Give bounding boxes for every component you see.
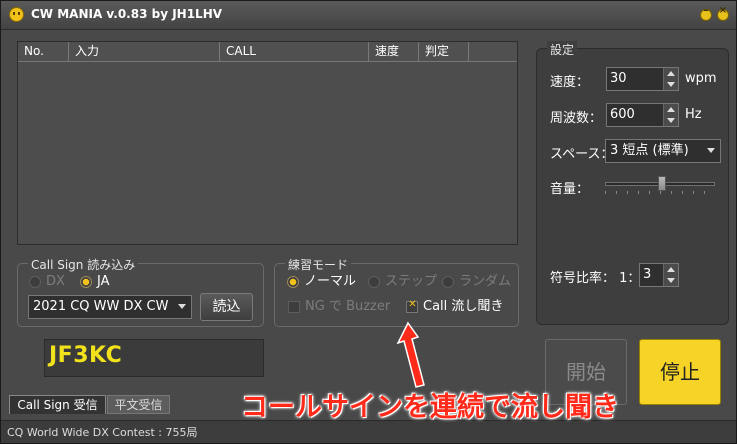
- results-list[interactable]: No. 入力 CALL 速度 判定: [17, 41, 518, 245]
- radio-normal-label: ノーマル: [304, 274, 357, 289]
- column-judge[interactable]: 判定: [419, 42, 469, 61]
- frequency-unit: Hz: [685, 107, 702, 122]
- radio-step-dot: [368, 276, 380, 288]
- radio-ja[interactable]: JA: [80, 274, 125, 290]
- callsign-display: JF3KC: [44, 339, 264, 377]
- annotation-text: コールサインを連続で流し聞き: [241, 392, 619, 423]
- spinner-arrows-icon[interactable]: [663, 104, 678, 126]
- radio-random-label: ランダム: [459, 274, 512, 289]
- load-button[interactable]: 読込: [200, 293, 253, 321]
- smiley-icon: [9, 7, 24, 22]
- ng-buzzer-box: [288, 301, 300, 313]
- frequency-value: 600: [610, 107, 635, 122]
- ratio-value: 3: [643, 267, 652, 282]
- radio-random[interactable]: ランダム: [442, 274, 511, 290]
- call-stream-checkbox[interactable]: Call 流し聞き: [406, 299, 506, 315]
- space-select[interactable]: 3 短点 (標準): [605, 139, 721, 163]
- column-input[interactable]: 入力: [69, 42, 220, 61]
- column-speed[interactable]: 速度: [369, 42, 419, 61]
- minimize-button[interactable]: –: [700, 5, 712, 21]
- radio-dx-dot: [29, 276, 41, 288]
- radio-dx[interactable]: DX: [29, 274, 74, 290]
- minimize-icon: –: [703, 5, 709, 16]
- radio-dx-label: DX: [46, 274, 65, 289]
- close-button[interactable]: ×: [717, 5, 729, 21]
- column-call[interactable]: CALL: [220, 42, 369, 61]
- list-header: No. 入力 CALL 速度 判定: [18, 42, 517, 62]
- spinner-arrows-icon[interactable]: [663, 264, 678, 286]
- volume-label: 音量：: [550, 182, 590, 197]
- speed-spinner[interactable]: 30: [606, 67, 679, 91]
- ratio-spinner[interactable]: 3: [639, 263, 679, 287]
- space-label: スペース：: [550, 147, 614, 162]
- ng-buzzer-checkbox[interactable]: NG で Buzzer: [288, 299, 393, 315]
- title-bar: CW MANIA v.0.83 by JH1LHV – ×: [1, 1, 736, 30]
- status-text: CQ World Wide DX Contest : 755局: [7, 426, 198, 439]
- close-icon: ×: [718, 5, 728, 16]
- radio-random-dot: [442, 276, 454, 288]
- radio-ja-label: JA: [97, 274, 110, 289]
- radio-normal-dot: [287, 276, 299, 288]
- ng-buzzer-label: NG で Buzzer: [305, 299, 391, 314]
- speed-label: 速度：: [550, 75, 590, 90]
- window-title: CW MANIA v.0.83 by JH1LHV: [31, 7, 223, 21]
- ratio-label: 符号比率： 1：: [550, 271, 641, 286]
- frequency-spinner[interactable]: 600: [606, 103, 679, 127]
- annotation-arrow-icon: [396, 321, 425, 388]
- frequency-label: 周波数：: [550, 111, 603, 126]
- practice-mode-title: 練習モード: [285, 256, 352, 273]
- volume-slider-thumb[interactable]: [658, 176, 667, 191]
- stop-button[interactable]: 停止: [639, 339, 721, 405]
- chevron-down-icon: [707, 148, 715, 153]
- call-stream-label: Call 流し聞き: [423, 299, 504, 314]
- tab-callsign-rx[interactable]: Call Sign 受信: [9, 395, 106, 414]
- spinner-arrows-icon[interactable]: [663, 68, 678, 90]
- speed-unit: wpm: [685, 71, 717, 86]
- contest-select-value: 2021 CQ WW DX CW: [33, 299, 169, 314]
- radio-step-label: ステップ: [385, 274, 438, 289]
- tab-plain-rx[interactable]: 平文受信: [107, 395, 170, 414]
- settings-title: 設定: [547, 41, 578, 58]
- contest-select[interactable]: 2021 CQ WW DX CW: [28, 295, 192, 319]
- radio-normal[interactable]: ノーマル: [287, 274, 357, 290]
- call-stream-box: [406, 299, 418, 313]
- column-no[interactable]: No.: [18, 42, 69, 61]
- callsign-display-text: JF3KC: [49, 343, 123, 368]
- space-select-value: 3 短点 (標準): [610, 143, 689, 158]
- volume-ticks: [605, 191, 715, 194]
- radio-ja-dot: [80, 276, 92, 288]
- app-window: CW MANIA v.0.83 by JH1LHV – × No. 入力 CAL…: [0, 0, 737, 444]
- radio-step[interactable]: ステップ: [368, 274, 437, 290]
- chevron-down-icon: [178, 304, 186, 309]
- practice-mode-group: 練習モード: [274, 256, 519, 327]
- speed-value: 30: [610, 71, 627, 86]
- callsign-load-title: Call Sign 読み込み: [28, 256, 139, 273]
